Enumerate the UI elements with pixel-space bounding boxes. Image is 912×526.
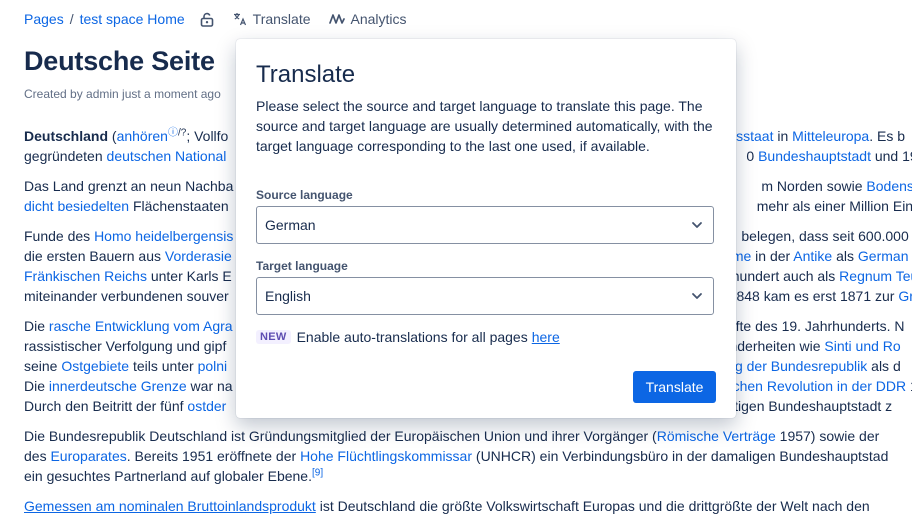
article-text: lfte des 19. Jahrhunderts. N [732,318,905,334]
new-badge: NEW [256,330,291,344]
article-text: seine [24,358,62,374]
breadcrumb-pages[interactable]: Pages [24,11,64,27]
article-text: ( [108,128,117,144]
article-link[interactable]: Hohe Flüchtlingskommissar [300,448,472,464]
article-link[interactable]: chen Revolution in der DDR [733,378,907,394]
article-paragraph: Gemessen am nominalen Bruttoinlandsprodu… [24,496,912,516]
article-text: Funde des [24,228,95,244]
article-text: (UNHCR) ein Verbindungsbüro in der damal… [472,448,889,464]
article-text: in der [751,248,794,264]
article-text: 1 [906,378,912,394]
article-link[interactable]: Bodensee [866,178,912,194]
article-text: rassistischer Verfolgung und gipf [24,338,227,354]
breadcrumb-bar: Pages / test space Home Translate Analyt… [24,9,407,29]
article-link[interactable]: Antike [793,248,832,264]
article-link[interactable]: Fränkischen Reichs [24,268,147,284]
target-language-label: Target language [256,259,348,273]
breadcrumb-separator: / [69,11,74,27]
article-text: unter Karls E [146,268,232,284]
source-language-select[interactable]: German [256,206,714,244]
article-link[interactable]: Regnum Teu [839,268,912,284]
translate-tool-label: Translate [252,11,311,27]
article-text: als [832,248,858,264]
article-text: . Bereits 1951 eröffnete der [126,448,301,464]
analytics-tool-label: Analytics [350,11,407,27]
auto-translation-link[interactable]: here [532,329,560,345]
article-text: Deutschland [24,128,109,144]
analytics-icon [328,14,345,24]
article-link[interactable]: anhören [117,128,168,144]
article-link[interactable]: Gemessen am nominalen Bruttoinlandsprodu… [24,498,316,514]
article-text: ein gesuchtes Partnerland auf globaler E… [24,468,312,484]
article-paragraph: Die Bundesrepublik Deutschland ist Gründ… [24,426,912,486]
article-link[interactable]: ng der Bundesrepublik [727,358,867,374]
page-byline: Created by admin just a moment ago [24,87,221,101]
article-text: Durch den Beitritt der fünf [24,398,188,414]
article-text: utigen Bundeshauptstadt z [726,398,893,414]
article-link[interactable]: Ostgebiete [61,358,129,374]
article-link[interactable]: Gr [898,288,912,304]
article-text: des [24,448,51,464]
translate-dialog: Translate Please select the source and t… [236,39,736,418]
chevron-down-icon [692,222,702,228]
article-text: war na [186,378,233,394]
translate-button[interactable]: Translate [633,371,716,403]
dialog-description: Please select the source and target lang… [256,98,713,154]
translate-icon [233,13,246,26]
auto-translation-row: NEW Enable auto-translations for all pag… [256,329,560,345]
article-text: . Es b [869,128,906,144]
article-text: in [773,128,793,144]
article-text: Die [24,318,49,334]
breadcrumb-space[interactable]: test space Home [80,11,185,27]
dialog-title: Translate [256,61,356,88]
article-text: teils unter [129,358,198,374]
article-text: mehr als einer Million Einwo [756,198,912,214]
target-language-select[interactable]: English [256,277,714,315]
article-link[interactable]: Europarates [50,448,126,464]
article-text: Das Land grenzt an neun Nachba [24,178,234,194]
article-text: ist Deutschland die größte Volkswirtscha… [315,498,870,514]
source-language-label: Source language [256,188,353,202]
page-title: Deutsche Seite [24,46,215,76]
source-language-value: German [265,217,316,233]
article-link[interactable]: polni [198,358,228,374]
article-link[interactable]: Vorderasie [165,248,232,264]
article-text: m Norden sowie [761,178,867,194]
article-text: Flächenstaaten [129,198,229,214]
article-link[interactable]: German [858,248,909,264]
article-link[interactable]: [9] [312,467,323,478]
article-text: Die [24,378,49,394]
article-text: ; Vollfo [186,128,229,144]
article-text: als d [867,358,901,374]
auto-translation-text: Enable auto-translations for all pages [296,329,528,345]
article-link[interactable]: Sinti und Ro [824,338,900,354]
unlock-icon[interactable] [199,11,215,27]
article-text: 0 [746,148,759,164]
translate-tool[interactable]: Translate [233,11,311,27]
article-text: inderheiten wie [726,338,825,354]
article-link[interactable]: Römische Verträge [657,428,776,444]
article-text: und 19 [874,148,912,164]
article-link[interactable]: ostder [187,398,226,414]
article-link[interactable]: Bundeshauptstadt [758,148,871,164]
article-text: 1848 kam es erst 1871 zur [728,288,899,304]
article-link[interactable]: innerdeutsche Grenze [49,378,187,394]
chevron-down-icon [692,293,702,299]
article-link[interactable]: rasche Entwicklung vom Agra [49,318,233,334]
article-text: hundert auch als [731,268,840,284]
article-text: belegen, dass seit 600.000 J [741,228,912,244]
article-text: die ersten Bauern aus [24,248,165,264]
target-language-value: English [265,288,311,304]
article-link[interactable]: ⓘ [168,127,178,138]
article-text: miteinander verbundenen souver [24,288,229,304]
article-link[interactable]: deutschen National [107,148,227,164]
article-link[interactable]: Homo heidelbergensis [94,228,233,244]
article-link[interactable]: dicht besiedelten [24,198,129,214]
analytics-tool[interactable]: Analytics [328,11,407,27]
article-text: 1957) sowie der [775,428,880,444]
article-text: Die Bundesrepublik Deutschland ist Gründ… [24,428,657,444]
article-link[interactable]: Mitteleuropa [792,128,869,144]
article-text: gegründeten [24,148,107,164]
